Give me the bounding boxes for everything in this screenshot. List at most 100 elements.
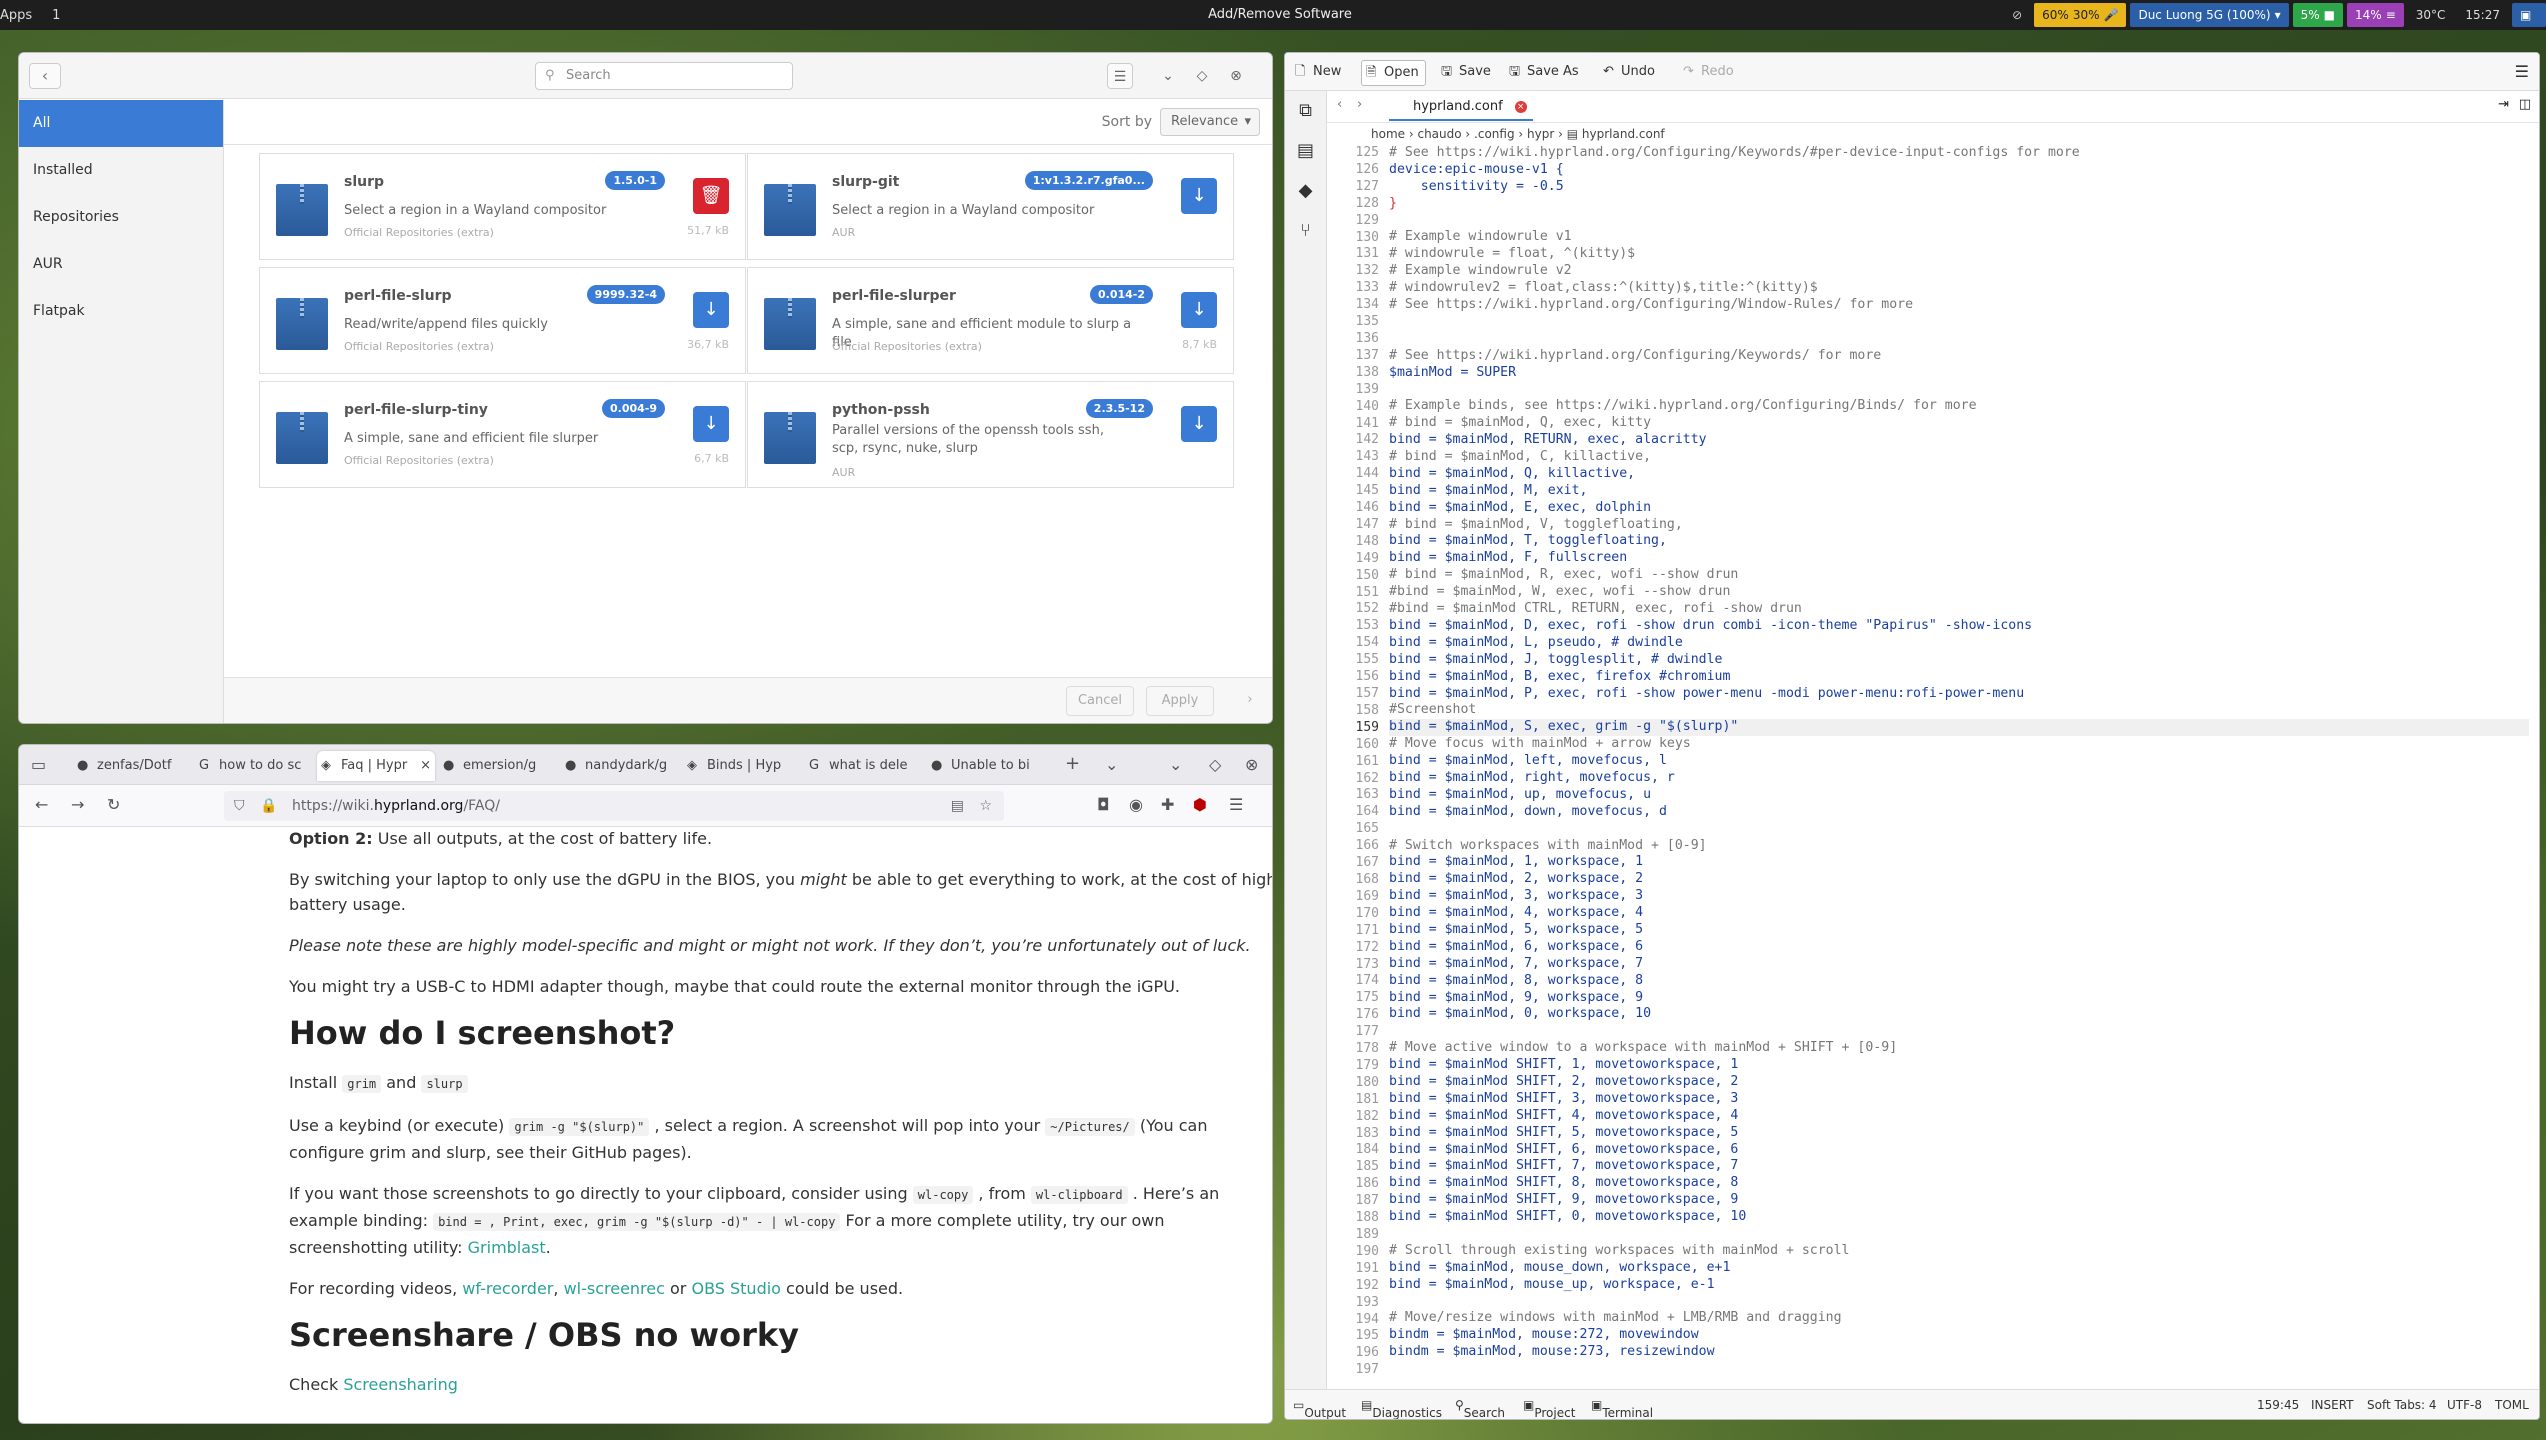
new-tab-button[interactable]: +	[1065, 753, 1080, 774]
output-tab[interactable]: ▭ Output	[1293, 1398, 1346, 1419]
extensions-icon[interactable]: ✚	[1161, 795, 1174, 814]
url-bar[interactable]: ⛉ 🔒 https://wiki.hyprland.org/FAQ/ ▤ ☆	[224, 791, 1004, 821]
search-tab[interactable]: ⚲ Search	[1455, 1398, 1505, 1419]
sidebar-item-flatpak[interactable]: Flatpak	[19, 288, 223, 335]
package-card[interactable]: python-pssh Parallel versions of the ope…	[747, 381, 1234, 488]
obs-studio-link[interactable]: OBS Studio	[691, 1279, 781, 1298]
chevron-right-icon[interactable]: ›	[1236, 686, 1264, 716]
tab-3[interactable]: ◈ Faq | Hypr ×	[317, 751, 435, 781]
sort-select[interactable]: Relevance ▾	[1160, 108, 1260, 136]
git-icon[interactable]: ◆	[1285, 171, 1326, 211]
pin-icon[interactable]: ⇥	[2498, 97, 2509, 112]
crumb[interactable]: .config	[1474, 127, 1515, 141]
minimap[interactable]	[2481, 141, 2531, 601]
memory-status[interactable]: 14% ≡	[2347, 3, 2404, 27]
crumb[interactable]: home	[1371, 127, 1405, 141]
package-card[interactable]: slurp-git Select a region in a Wayland c…	[747, 153, 1234, 260]
maximize-button[interactable]: ◇	[1209, 755, 1221, 774]
clock[interactable]: 15:27	[2457, 3, 2508, 27]
download-icon[interactable]: ↓	[1181, 292, 1217, 328]
sidebar-toggle-icon[interactable]: ▭	[31, 755, 46, 774]
crumb[interactable]: hypr	[1527, 127, 1554, 141]
package-card[interactable]: perl-file-slurper A simple, sane and eff…	[747, 267, 1234, 374]
new-button[interactable]: 🗋 New	[1291, 60, 1347, 86]
save-as-button[interactable]: 🖫 Save As	[1505, 60, 1585, 86]
maximize-button[interactable]: ◇	[1189, 63, 1215, 89]
search-input[interactable]: ⚲ Search	[535, 62, 793, 90]
notification-icon[interactable]: ⊘	[2004, 3, 2030, 27]
tab-6[interactable]: ◈ Binds | Hyp	[683, 751, 801, 781]
sidebar-item-aur[interactable]: AUR	[19, 241, 223, 288]
workspace-indicator[interactable]: 1	[52, 8, 60, 23]
reload-icon[interactable]: ↻	[107, 795, 120, 814]
cpu-status[interactable]: 5% ■	[2292, 3, 2344, 27]
indent-setting[interactable]: Soft Tabs: 4	[2367, 1398, 2437, 1412]
crumb[interactable]: chaudo	[1417, 127, 1461, 141]
tray-icon[interactable]: ▣	[2512, 3, 2546, 27]
files-icon[interactable]: ⧉	[1285, 91, 1326, 131]
cancel-button[interactable]: Cancel	[1066, 686, 1134, 716]
package-card[interactable]: perl-file-slurp Read/write/append files …	[259, 267, 746, 374]
tab-1[interactable]: ● zenfas/Dotf	[73, 751, 191, 781]
outline-icon[interactable]: ▤	[1285, 131, 1326, 171]
package-card[interactable]: perl-file-slurp-tiny A simple, sane and …	[259, 381, 746, 488]
apps-menu[interactable]: Apps	[0, 8, 32, 23]
tab-7[interactable]: Gwhat is dele	[805, 751, 923, 781]
sidebar-item-installed[interactable]: Installed	[19, 147, 223, 194]
temperature-status[interactable]: 30°C	[2408, 3, 2454, 27]
terminal-tab[interactable]: ▣ Terminal	[1591, 1398, 1653, 1419]
forward-icon[interactable]: →	[71, 795, 84, 814]
redo-button[interactable]: ↷ Redo	[1679, 60, 1740, 86]
language[interactable]: TOML	[2495, 1398, 2529, 1412]
pocket-icon[interactable]: ◘	[1097, 795, 1110, 814]
hamburger-menu-icon[interactable]: ☰	[2511, 60, 2533, 86]
crumb[interactable]: hyprland.conf	[1582, 127, 1665, 141]
download-icon[interactable]: ↓	[693, 406, 729, 442]
tab-2[interactable]: Ghow to do sc	[195, 751, 313, 781]
download-icon[interactable]: ↓	[693, 292, 729, 328]
wifi-status[interactable]: Duc Luong 5G (100%) ▾	[2130, 3, 2289, 27]
download-icon[interactable]: ↓	[1181, 178, 1217, 214]
tab-8[interactable]: ● Unable to bi	[927, 751, 1045, 781]
download-icon[interactable]: ↓	[1181, 406, 1217, 442]
diagnostics-tab[interactable]: ▤ Diagnostics	[1361, 1398, 1442, 1419]
sidebar-item-all[interactable]: All	[19, 100, 223, 147]
account-icon[interactable]: ◉	[1129, 795, 1143, 814]
undo-button[interactable]: ↶ Undo	[1599, 60, 1661, 86]
minimize-button[interactable]: ⌄	[1169, 755, 1182, 774]
wl-screenrec-link[interactable]: wl-screenrec	[564, 1279, 665, 1298]
menu-button[interactable]: ☰	[1107, 63, 1133, 89]
project-tab[interactable]: ▣ Project	[1523, 1398, 1575, 1419]
tab-list-icon[interactable]: ⌄	[1105, 755, 1118, 774]
tab-hyprland-conf[interactable]: hyprland.conf ×	[1389, 93, 1533, 121]
encoding[interactable]: UTF-8	[2447, 1398, 2482, 1412]
ublock-icon[interactable]: ⬢	[1193, 795, 1207, 814]
close-tab-icon[interactable]: ×	[420, 751, 431, 781]
trash-icon[interactable]: 🗑	[693, 178, 729, 214]
bookmark-icon[interactable]: ☆	[979, 791, 992, 821]
wf-recorder-link[interactable]: wf-recorder	[462, 1279, 553, 1298]
menu-icon[interactable]: ☰	[1229, 795, 1243, 814]
nav-back-icon[interactable]: ‹	[1337, 97, 1342, 112]
reader-icon[interactable]: ▤	[951, 791, 964, 821]
nav-forward-icon[interactable]: ›	[1357, 97, 1362, 112]
open-button[interactable]: 🗎 Open	[1361, 60, 1426, 86]
back-button[interactable]: ‹	[29, 63, 61, 89]
split-icon[interactable]: ◫	[2519, 97, 2531, 112]
close-button[interactable]: ⊗	[1245, 755, 1258, 774]
apply-button[interactable]: Apply	[1146, 686, 1214, 716]
battery-status[interactable]: 60% 30% 🎤	[2034, 3, 2127, 27]
sidebar-item-repositories[interactable]: Repositories	[19, 194, 223, 241]
tab-5[interactable]: ● nandydark/g	[561, 751, 679, 781]
close-button[interactable]: ⊗	[1223, 63, 1249, 89]
branch-icon[interactable]: ⑂	[1285, 211, 1326, 251]
save-button[interactable]: 🖫 Save	[1437, 60, 1497, 86]
tab-4[interactable]: ● emersion/g	[439, 751, 557, 781]
minimize-button[interactable]: ⌄	[1155, 63, 1181, 89]
grimblast-link[interactable]: Grimblast	[468, 1238, 546, 1257]
screensharing-link[interactable]: Screensharing	[343, 1375, 458, 1394]
back-icon[interactable]: ←	[35, 795, 48, 814]
close-tab-icon[interactable]: ×	[1514, 101, 1527, 113]
package-card[interactable]: slurp Select a region in a Wayland compo…	[259, 153, 746, 260]
code-area[interactable]: # See https://wiki.hyprland.org/Configur…	[1389, 145, 2529, 1378]
